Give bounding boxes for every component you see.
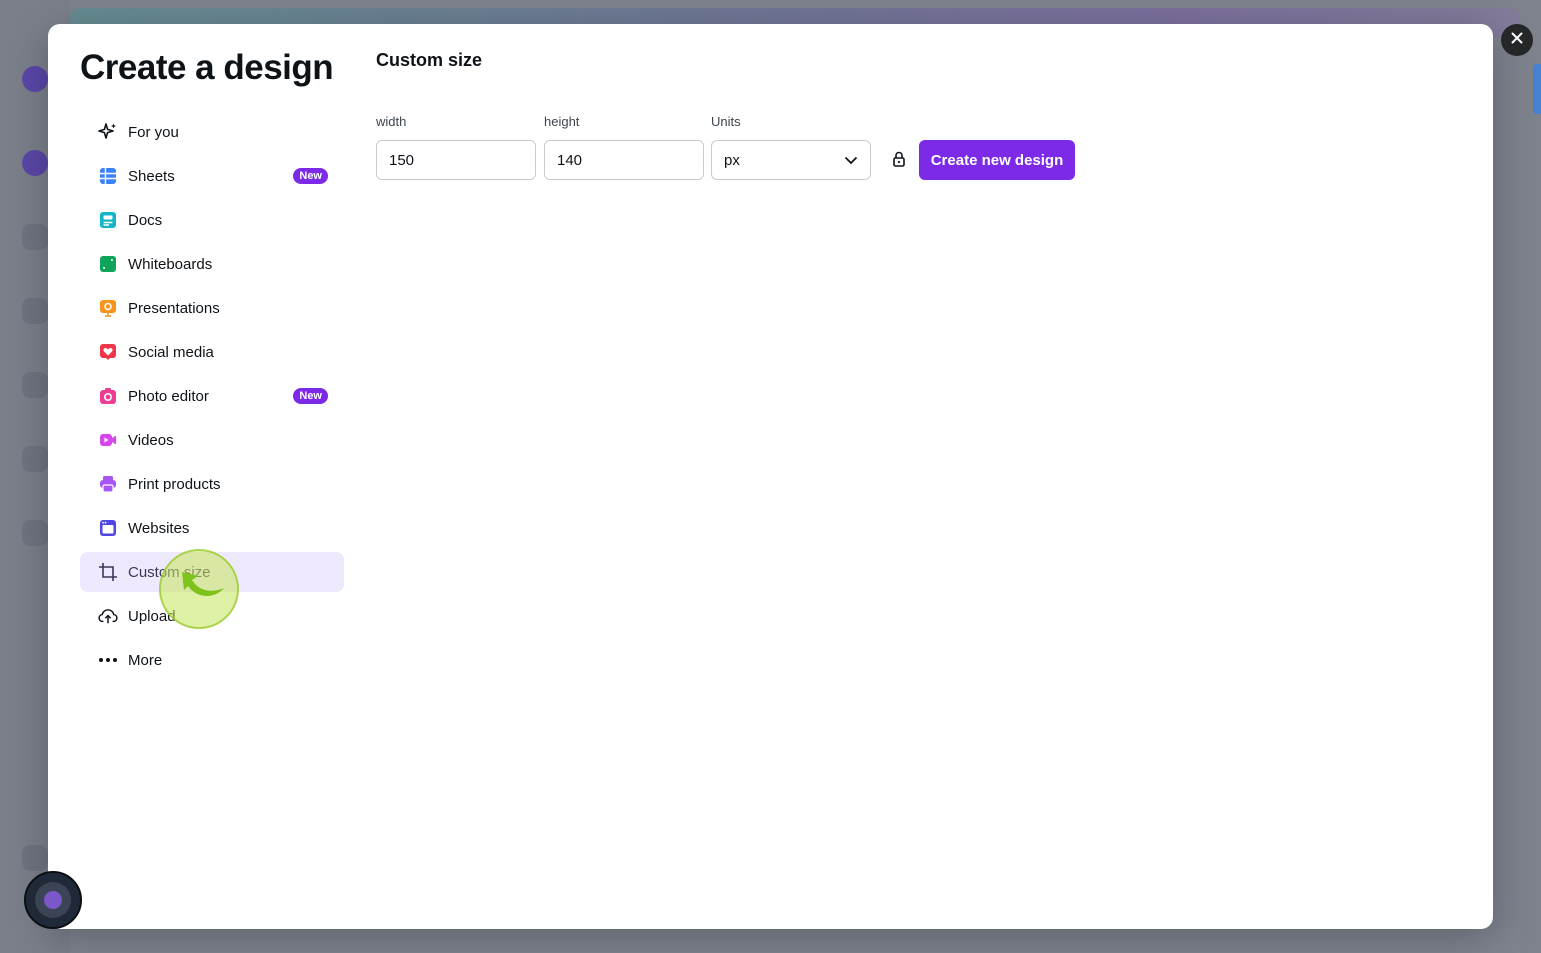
whiteboard-icon [98,254,118,274]
new-badge: New [293,388,328,404]
background-rail-icon [22,298,48,324]
units-value: px [724,151,740,169]
modal-title: Create a design [80,48,334,87]
cloud-upload-icon [98,606,118,626]
background-rail-icon [22,150,48,176]
assistant-bubble-button[interactable] [24,871,82,929]
background-footer [70,928,1520,953]
sidebar-item-social-media[interactable]: Social media [80,332,344,372]
background-rail-icon [22,845,48,871]
sidebar-item-label: Photo editor [128,387,209,405]
docs-icon [98,210,118,230]
crop-icon [98,562,118,582]
sidebar-item-label: More [128,651,163,669]
sidebar-item-label: Social media [128,343,214,361]
sidebar-item-label: Videos [128,431,174,449]
background-right-accent [1533,64,1541,114]
sidebar-item-websites[interactable]: Websites [80,508,344,548]
background-rail-icon [22,446,48,472]
background-rail-icon [22,372,48,398]
sidebar-item-label: Upload [128,607,176,625]
more-dots-icon [98,650,118,670]
assistant-orb-icon [44,891,62,909]
custom-size-title: Custom size [376,50,483,70]
sidebar-item-whiteboards[interactable]: Whiteboards [80,244,344,284]
printer-icon [98,474,118,494]
presentation-icon [98,298,118,318]
sidebar-item-label: Presentations [128,299,220,317]
sidebar-item-more[interactable]: More [80,640,344,680]
sparkle-icon [98,122,118,142]
background-rail-icon [22,224,48,250]
lock-aspect-ratio-icon[interactable] [890,150,908,170]
sidebar-item-videos[interactable]: Videos [80,420,344,460]
sidebar-item-photo-editor[interactable]: Photo editor New [80,376,344,416]
sidebar-item-label: Docs [128,211,163,229]
video-icon [98,430,118,450]
heart-icon [98,342,118,362]
assistant-ring [35,882,71,918]
sidebar-item-label: For you [128,123,179,141]
browser-icon [98,518,118,538]
sidebar-item-label: Whiteboards [128,255,213,273]
sidebar-item-for-you[interactable]: For you [80,112,344,152]
width-input[interactable]: 150 [376,140,536,180]
sidebar-item-docs[interactable]: Docs [80,200,344,240]
units-select[interactable]: px [711,140,871,180]
cursor-arrow-icon [178,568,230,609]
sidebar-item-print-products[interactable]: Print products [80,464,344,504]
create-design-modal: Create a design For you Sheets New Docs [48,24,1493,929]
sheets-icon [98,166,118,186]
height-value: 140 [557,151,583,169]
sidebar-item-label: Sheets [128,167,175,185]
sidebar-item-label: Print products [128,475,221,493]
background-avatar [22,66,48,92]
units-label: Units [711,114,741,129]
camera-icon [98,386,118,406]
height-label: height [544,114,580,129]
create-new-design-button[interactable]: Create new design [919,140,1075,180]
chevron-down-icon [844,152,858,169]
background-rail-icon [22,520,48,546]
close-icon [1511,31,1523,49]
height-input[interactable]: 140 [544,140,704,180]
width-value: 150 [389,151,415,169]
width-label: width [376,114,407,129]
sidebar-item-sheets[interactable]: Sheets New [80,156,344,196]
sidebar-item-presentations[interactable]: Presentations [80,288,344,328]
close-modal-button[interactable] [1501,24,1533,56]
new-badge: New [293,168,328,184]
sidebar-item-label: Websites [128,519,190,537]
